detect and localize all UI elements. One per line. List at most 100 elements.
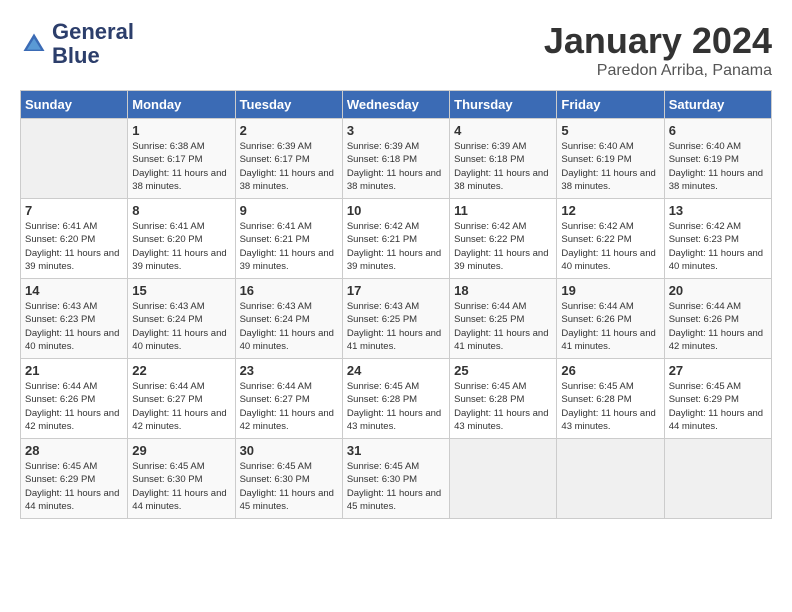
day-number: 20 xyxy=(669,283,767,298)
day-number: 9 xyxy=(240,203,338,218)
day-cell: 17 Sunrise: 6:43 AMSunset: 6:25 PMDayligh… xyxy=(342,279,449,359)
calendar-table: SundayMondayTuesdayWednesdayThursdayFrid… xyxy=(20,90,772,519)
day-info: Sunrise: 6:39 AMSunset: 6:18 PMDaylight:… xyxy=(454,140,552,193)
day-header-tuesday: Tuesday xyxy=(235,91,342,119)
day-number: 14 xyxy=(25,283,123,298)
day-info: Sunrise: 6:45 AMSunset: 6:28 PMDaylight:… xyxy=(561,380,659,433)
day-cell xyxy=(557,439,664,519)
day-info: Sunrise: 6:45 AMSunset: 6:30 PMDaylight:… xyxy=(347,460,445,513)
day-cell: 7Sunrise: 6:41 AMSunset: 6:20 PMDaylight… xyxy=(21,199,128,279)
page-header: General Blue January 2024 Paredon Arriba… xyxy=(20,20,772,80)
day-info: Sunrise: 6:40 AMSunset: 6:19 PMDaylight:… xyxy=(669,140,767,193)
day-cell: 19 Sunrise: 6:44 AMSunset: 6:26 PMDayligh… xyxy=(557,279,664,359)
day-cell: 30 Sunrise: 6:45 AMSunset: 6:30 PMDayligh… xyxy=(235,439,342,519)
day-header-friday: Friday xyxy=(557,91,664,119)
day-info: Sunrise: 6:45 AMSunset: 6:30 PMDaylight:… xyxy=(240,460,338,513)
day-cell: 11Sunrise: 6:42 AMSunset: 6:22 PMDayligh… xyxy=(450,199,557,279)
day-number: 12 xyxy=(561,203,659,218)
title-block: January 2024 Paredon Arriba, Panama xyxy=(544,20,772,80)
day-number: 15 xyxy=(132,283,230,298)
day-info: Sunrise: 6:44 AMSunset: 6:25 PMDaylight:… xyxy=(454,300,552,353)
day-number: 13 xyxy=(669,203,767,218)
day-info: Sunrise: 6:42 AMSunset: 6:23 PMDaylight:… xyxy=(669,220,767,273)
day-info: Sunrise: 6:43 AMSunset: 6:24 PMDaylight:… xyxy=(132,300,230,353)
day-info: Sunrise: 6:43 AMSunset: 6:24 PMDaylight:… xyxy=(240,300,338,353)
day-cell: 14 Sunrise: 6:43 AMSunset: 6:23 PMDayligh… xyxy=(21,279,128,359)
day-info: Sunrise: 6:45 AMSunset: 6:29 PMDaylight:… xyxy=(669,380,767,433)
day-number: 21 xyxy=(25,363,123,378)
day-number: 25 xyxy=(454,363,552,378)
day-number: 28 xyxy=(25,443,123,458)
day-number: 2 xyxy=(240,123,338,138)
day-cell: 13 Sunrise: 6:42 AMSunset: 6:23 PMDayligh… xyxy=(664,199,771,279)
day-cell xyxy=(450,439,557,519)
day-cell: 1Sunrise: 6:38 AMSunset: 6:17 PMDaylight… xyxy=(128,119,235,199)
day-info: Sunrise: 6:42 AMSunset: 6:21 PMDaylight:… xyxy=(347,220,445,273)
day-cell: 2 Sunrise: 6:39 AMSunset: 6:17 PMDaylight… xyxy=(235,119,342,199)
location-title: Paredon Arriba, Panama xyxy=(544,62,772,80)
logo-text: General Blue xyxy=(52,20,134,68)
day-header-wednesday: Wednesday xyxy=(342,91,449,119)
day-info: Sunrise: 6:44 AMSunset: 6:26 PMDaylight:… xyxy=(25,380,123,433)
day-cell: 21 Sunrise: 6:44 AMSunset: 6:26 PMDayligh… xyxy=(21,359,128,439)
day-cell: 3 Sunrise: 6:39 AMSunset: 6:18 PMDaylight… xyxy=(342,119,449,199)
day-number: 10 xyxy=(347,203,445,218)
day-info: Sunrise: 6:41 AMSunset: 6:21 PMDaylight:… xyxy=(240,220,338,273)
day-number: 4 xyxy=(454,123,552,138)
day-header-monday: Monday xyxy=(128,91,235,119)
day-number: 24 xyxy=(347,363,445,378)
day-cell: 22 Sunrise: 6:44 AMSunset: 6:27 PMDayligh… xyxy=(128,359,235,439)
day-info: Sunrise: 6:43 AMSunset: 6:23 PMDaylight:… xyxy=(25,300,123,353)
day-number: 23 xyxy=(240,363,338,378)
day-cell: 29Sunrise: 6:45 AMSunset: 6:30 PMDayligh… xyxy=(128,439,235,519)
day-info: Sunrise: 6:44 AMSunset: 6:26 PMDaylight:… xyxy=(561,300,659,353)
day-number: 31 xyxy=(347,443,445,458)
week-row: 28Sunrise: 6:45 AMSunset: 6:29 PMDayligh… xyxy=(21,439,772,519)
day-info: Sunrise: 6:41 AMSunset: 6:20 PMDaylight:… xyxy=(132,220,230,273)
day-info: Sunrise: 6:40 AMSunset: 6:19 PMDaylight:… xyxy=(561,140,659,193)
day-number: 27 xyxy=(669,363,767,378)
day-cell: 15 Sunrise: 6:43 AMSunset: 6:24 PMDayligh… xyxy=(128,279,235,359)
day-number: 6 xyxy=(669,123,767,138)
day-header-thursday: Thursday xyxy=(450,91,557,119)
logo-icon xyxy=(20,30,48,58)
day-info: Sunrise: 6:42 AMSunset: 6:22 PMDaylight:… xyxy=(561,220,659,273)
day-cell: 20 Sunrise: 6:44 AMSunset: 6:26 PMDayligh… xyxy=(664,279,771,359)
day-number: 16 xyxy=(240,283,338,298)
day-number: 8 xyxy=(132,203,230,218)
day-info: Sunrise: 6:45 AMSunset: 6:28 PMDaylight:… xyxy=(347,380,445,433)
day-info: Sunrise: 6:43 AMSunset: 6:25 PMDaylight:… xyxy=(347,300,445,353)
day-cell: 24 Sunrise: 6:45 AMSunset: 6:28 PMDayligh… xyxy=(342,359,449,439)
day-cell: 10 Sunrise: 6:42 AMSunset: 6:21 PMDayligh… xyxy=(342,199,449,279)
day-cell: 27 Sunrise: 6:45 AMSunset: 6:29 PMDayligh… xyxy=(664,359,771,439)
day-info: Sunrise: 6:44 AMSunset: 6:27 PMDaylight:… xyxy=(240,380,338,433)
day-header-saturday: Saturday xyxy=(664,91,771,119)
day-number: 30 xyxy=(240,443,338,458)
day-info: Sunrise: 6:42 AMSunset: 6:22 PMDaylight:… xyxy=(454,220,552,273)
day-number: 22 xyxy=(132,363,230,378)
day-info: Sunrise: 6:44 AMSunset: 6:27 PMDaylight:… xyxy=(132,380,230,433)
day-cell xyxy=(664,439,771,519)
day-cell: 8 Sunrise: 6:41 AMSunset: 6:20 PMDaylight… xyxy=(128,199,235,279)
day-cell: 26Sunrise: 6:45 AMSunset: 6:28 PMDayligh… xyxy=(557,359,664,439)
week-row: 7Sunrise: 6:41 AMSunset: 6:20 PMDaylight… xyxy=(21,199,772,279)
day-cell: 12 Sunrise: 6:42 AMSunset: 6:22 PMDayligh… xyxy=(557,199,664,279)
day-number: 17 xyxy=(347,283,445,298)
day-cell: 18Sunrise: 6:44 AMSunset: 6:25 PMDayligh… xyxy=(450,279,557,359)
day-info: Sunrise: 6:39 AMSunset: 6:18 PMDaylight:… xyxy=(347,140,445,193)
day-cell: 28Sunrise: 6:45 AMSunset: 6:29 PMDayligh… xyxy=(21,439,128,519)
day-info: Sunrise: 6:39 AMSunset: 6:17 PMDaylight:… xyxy=(240,140,338,193)
day-cell: 4 Sunrise: 6:39 AMSunset: 6:18 PMDaylight… xyxy=(450,119,557,199)
day-cell: 9 Sunrise: 6:41 AMSunset: 6:21 PMDaylight… xyxy=(235,199,342,279)
month-title: January 2024 xyxy=(544,20,772,62)
day-info: Sunrise: 6:45 AMSunset: 6:28 PMDaylight:… xyxy=(454,380,552,433)
day-info: Sunrise: 6:38 AMSunset: 6:17 PMDaylight:… xyxy=(132,140,230,193)
day-cell: 31 Sunrise: 6:45 AMSunset: 6:30 PMDayligh… xyxy=(342,439,449,519)
day-number: 3 xyxy=(347,123,445,138)
day-info: Sunrise: 6:44 AMSunset: 6:26 PMDaylight:… xyxy=(669,300,767,353)
header-row: SundayMondayTuesdayWednesdayThursdayFrid… xyxy=(21,91,772,119)
week-row: 14 Sunrise: 6:43 AMSunset: 6:23 PMDayligh… xyxy=(21,279,772,359)
day-number: 19 xyxy=(561,283,659,298)
week-row: 21 Sunrise: 6:44 AMSunset: 6:26 PMDayligh… xyxy=(21,359,772,439)
logo: General Blue xyxy=(20,20,134,68)
